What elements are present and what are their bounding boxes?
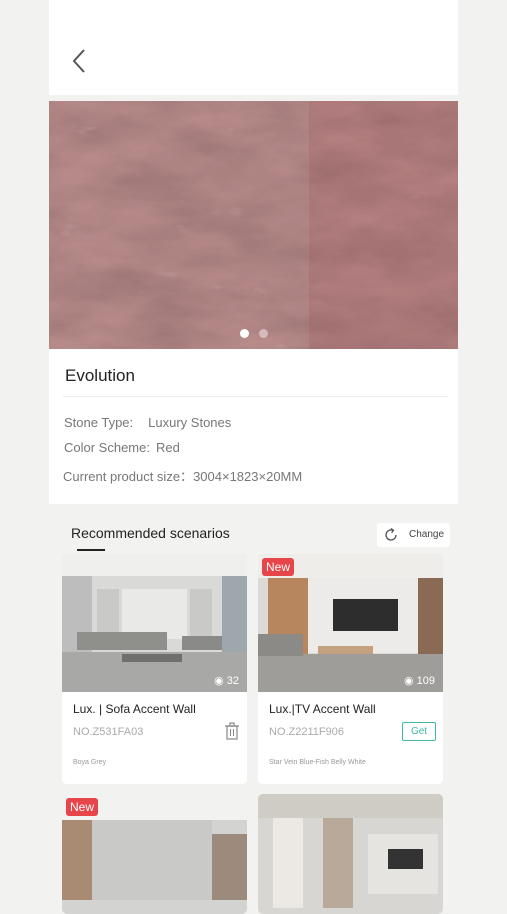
back-arrow-icon[interactable] [69,46,91,76]
scenario-code: NO.Z531FA03 [73,726,144,738]
spec-color-scheme: Color Scheme: Red [64,440,180,455]
scenario-code: NO.Z2211F906 [269,726,345,738]
stone-slab-image [49,101,458,349]
carousel-dot[interactable] [239,329,249,338]
spec-stone-type: Stone Type: Luxury Stones [64,415,231,430]
trash-icon[interactable] [224,722,240,740]
spec-value: Luxury Stones [148,415,232,430]
scenario-card[interactable] [258,794,443,914]
scenario-stone: Star Vein Blue-Fish Belly White [269,759,366,766]
product-info-card: Evolution Stone Type: Luxury Stones Color… [49,349,458,504]
spec-label: Color Scheme: [64,440,150,455]
view-count: ◉ 32 [214,674,239,687]
spec-value: 3004×1823×20MM [193,469,303,484]
new-badge: New [66,798,99,816]
scenario-card[interactable]: New [62,794,247,914]
scenario-name: Lux.|TV Accent Wall [269,702,376,716]
change-label: Change [409,529,445,540]
scenario-image: ◉ 32 [62,554,247,692]
eye-icon: ◉ [214,675,224,687]
view-count-value: 32 [226,675,239,687]
carousel-dots [49,325,458,343]
section-title: Recommended scenarios [71,525,230,541]
scenario-card[interactable]: ◉ 32 Lux. | Sofa Accent Wall NO.Z531FA03… [62,554,247,784]
spec-label: Stone Type: [64,415,134,430]
tab-underline [77,549,105,551]
view-count-value: 109 [416,675,435,687]
get-button[interactable]: Get [402,722,436,741]
scenario-card[interactable]: New ◉ 109 Lux.|TV Accent Wall NO.Z2211F9… [258,554,443,784]
scenario-stone: Boya Grey [73,759,107,766]
scenario-image: New [62,794,247,914]
scenario-image [258,794,443,914]
carousel-dot[interactable] [258,329,268,338]
spec-label: Current product size： [63,469,194,484]
scenario-image: New ◉ 109 [258,554,443,692]
divider [63,396,448,397]
change-button[interactable]: Change [377,523,450,547]
product-image-carousel[interactable] [49,101,458,349]
product-name: Evolution [65,366,135,385]
spec-size: Current product size：3004×1823×20MM [63,466,302,485]
top-bar [49,0,458,95]
scenario-name: Lux. | Sofa Accent Wall [73,702,196,716]
spec-value: Red [155,440,180,455]
new-badge: New [262,558,295,576]
view-count: ◉ 109 [404,674,435,687]
recommended-section: Recommended scenarios Change ◉ 32 Lux. |… [49,509,458,914]
refresh-icon [385,527,397,541]
eye-icon: ◉ [403,675,414,687]
